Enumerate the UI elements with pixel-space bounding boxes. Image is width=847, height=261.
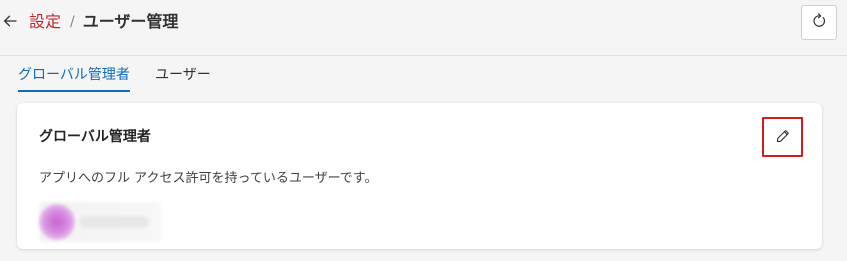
back-button[interactable] bbox=[1, 12, 19, 32]
edit-button[interactable] bbox=[762, 117, 803, 157]
tab-global-admins[interactable]: グローバル管理者 bbox=[18, 65, 130, 92]
breadcrumb: 設定 / ユーザー管理 bbox=[29, 11, 178, 33]
arrow-left-icon bbox=[3, 13, 17, 32]
page-title: ユーザー管理 bbox=[82, 12, 179, 31]
breadcrumb-separator: / bbox=[70, 14, 75, 30]
global-admins-card: グローバル管理者 アプリへのフル アクセス許可を持っているユーザーです。 bbox=[17, 103, 822, 249]
refresh-icon bbox=[811, 12, 827, 33]
card-description: アプリへのフル アクセス許可を持っているユーザーです。 bbox=[39, 171, 378, 186]
member-name-redacted bbox=[79, 216, 149, 228]
admin-member-chip[interactable] bbox=[39, 202, 161, 242]
breadcrumb-settings-link[interactable]: 設定 bbox=[29, 11, 61, 33]
card-title: グローバル管理者 bbox=[39, 129, 151, 145]
tab-users[interactable]: ユーザー bbox=[155, 65, 211, 85]
pencil-icon bbox=[776, 128, 790, 147]
tab-bar: グローバル管理者 ユーザー bbox=[0, 56, 847, 96]
avatar bbox=[39, 204, 75, 240]
refresh-button[interactable] bbox=[801, 5, 837, 40]
page-header: 設定 / ユーザー管理 bbox=[0, 0, 847, 56]
